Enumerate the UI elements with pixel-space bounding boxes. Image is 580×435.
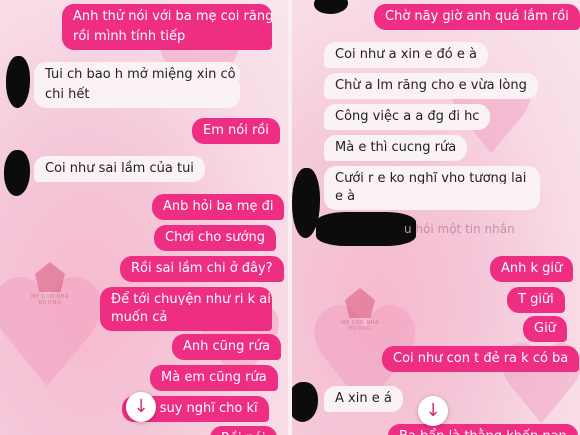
scroll-down-button[interactable]: ↓: [126, 392, 156, 422]
message-bubble-received[interactable]: Coi như sai lầm của tui: [34, 156, 205, 182]
message-bubble-sent[interactable]: Mà em cũng rứa: [150, 365, 278, 391]
message-bubble-received[interactable]: e à: [324, 184, 540, 210]
watermark-text: MẸ CON NHÀ ĐƯỜNG: [341, 320, 379, 332]
message-bubble-sent[interactable]: T giữi: [507, 287, 565, 313]
message-bubble-received[interactable]: A xin e á: [324, 386, 403, 412]
redacted-name: [316, 212, 416, 246]
redacted-avatar: [314, 0, 348, 14]
message-bubble-received[interactable]: Chừ a lm răng cho e vừa lòng: [324, 73, 538, 99]
message-bubble-sent[interactable]: Rồi nói: [210, 426, 277, 435]
watermark-logo: MẸ CON NHÀ ĐƯỜNG: [20, 262, 80, 306]
message-bubble-sent[interactable]: Rồi sai lầm chi ở đây?: [120, 256, 284, 282]
arrow-down-icon: ↓: [425, 400, 441, 421]
watermark-logo: MẸ CON NHÀ ĐƯỜNG: [330, 288, 390, 332]
message-bubble-sent[interactable]: Anh cũng rứa: [172, 334, 282, 360]
reply-hint: u hỏi một tin nhắn: [404, 222, 515, 236]
message-bubble-sent[interactable]: Ba bẩn là thằng khốn nạn: [388, 424, 578, 435]
message-bubble-received[interactable]: Công việc a a đg đi hc: [324, 104, 491, 130]
message-bubble-sent[interactable]: Coi như con t đẻ ra k có ba: [382, 346, 580, 372]
message-bubble-sent[interactable]: Em nói rồi: [192, 118, 280, 144]
message-bubble-received[interactable]: chi hết: [34, 82, 240, 108]
message-bubble-received[interactable]: Mà e thì cucng rứa: [324, 135, 468, 161]
message-bubble-sent[interactable]: Giữ: [523, 316, 567, 342]
message-bubble-sent[interactable]: Anb hỏi ba mẹ đi: [152, 194, 285, 220]
redacted-avatar: [4, 150, 30, 196]
redacted-avatar: [292, 382, 318, 422]
message-bubble-sent[interactable]: rồi mình tính tiếp: [62, 24, 272, 50]
message-bubble-sent[interactable]: muốn cả: [100, 305, 272, 331]
watermark-text: MẸ CON NHÀ ĐƯỜNG: [31, 294, 69, 306]
house-logo-icon: [35, 262, 65, 292]
arrow-down-icon: ↓: [133, 396, 149, 417]
chat-panel-left: ♥ ♥ ♥ MẸ CON NHÀ ĐƯỜNG Anh thử nói với b…: [0, 0, 288, 435]
chat-panel-right: ♥ ♥ ♥ MẸ CON NHÀ ĐƯỜNG Chờ nãy giờ anh q…: [292, 0, 580, 435]
house-logo-icon: [345, 288, 375, 318]
scroll-down-button[interactable]: ↓: [418, 396, 448, 426]
message-bubble-sent[interactable]: Chờ nãy giờ anh quá lắm rồi: [374, 4, 580, 30]
message-bubble-received[interactable]: Coi như a xin e đó e à: [324, 42, 488, 68]
message-bubble-sent[interactable]: Anh k giữ: [490, 256, 574, 282]
redacted-avatar: [6, 56, 30, 108]
message-bubble-sent[interactable]: Chơi cho sướng: [154, 225, 276, 251]
